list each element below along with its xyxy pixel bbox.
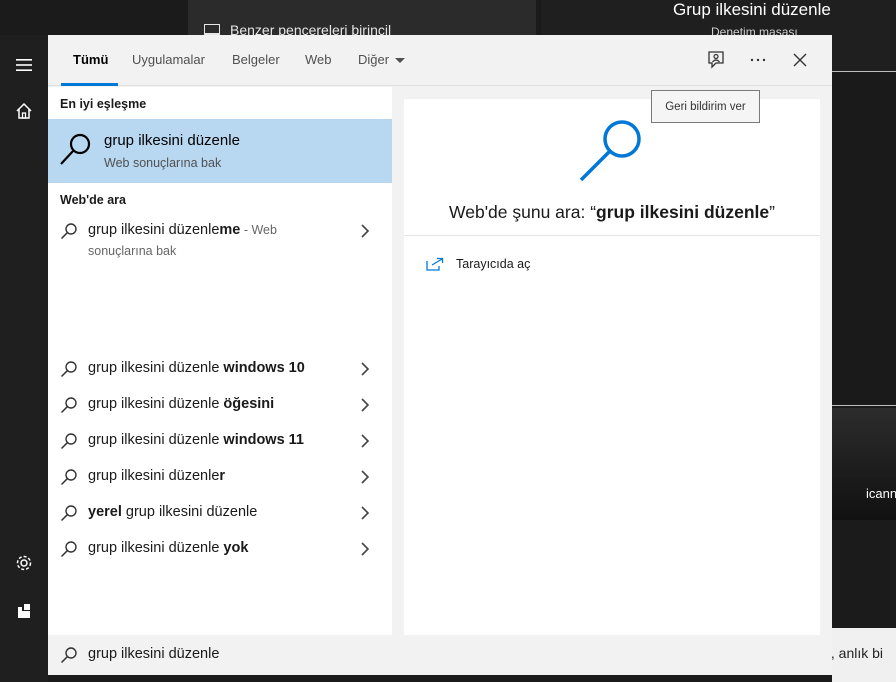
tab-apps[interactable]: Uygulamalar	[132, 52, 205, 67]
chevron-right-icon[interactable]	[358, 505, 372, 521]
background-notification: al, anlık bi	[832, 628, 896, 682]
suggestion-suffix: grup ilkesini düzenle	[121, 504, 258, 520]
search-icon	[60, 361, 77, 378]
suggestion-highlight: yok	[223, 540, 249, 556]
preview-title: Web'de şunu ara: “grup ilkesini düzenle”	[404, 202, 820, 223]
tab-documents[interactable]: Belgeler	[232, 52, 280, 67]
web-suggestion-text: grup ilkesini düzenle windows 11	[88, 432, 304, 448]
user-icon[interactable]	[14, 601, 34, 621]
search-box[interactable]: grup ilkesini düzenle	[48, 635, 832, 675]
chevron-right-icon[interactable]	[358, 433, 372, 449]
suggestion-prefix: grup ilkesini düzenle	[88, 540, 224, 556]
settings-icon[interactable]	[14, 553, 34, 573]
web-suggestion-text: yerel grup ilkesini düzenle	[88, 504, 257, 520]
search-icon	[60, 647, 77, 664]
chevron-right-icon[interactable]	[358, 541, 372, 557]
best-match-title: grup ilkesini düzenle	[104, 132, 240, 149]
results-list: En iyi eşleşme grup ilkesini düzenle Web…	[48, 87, 392, 635]
start-rail	[0, 35, 48, 682]
web-suggestion-item[interactable]: grup ilkesini düzenler	[48, 459, 392, 495]
search-icon	[60, 541, 77, 558]
search-icon	[579, 120, 641, 182]
search-icon	[60, 433, 77, 450]
tab-more[interactable]: Diğer	[358, 52, 406, 67]
search-panel: Tümü Uygulamalar Belgeler Web Diğer En i…	[48, 35, 832, 675]
web-suggestion-item[interactable]: yerel grup ilkesini düzenle	[48, 495, 392, 531]
web-suggestion-text: grup ilkesini düzenle öğesini	[88, 396, 274, 412]
feedback-icon[interactable]	[705, 49, 727, 71]
feedback-tooltip: Geri bildirim ver	[651, 90, 760, 123]
preview-pane: Web'de şunu ara: “grup ilkesini düzenle”…	[404, 99, 820, 635]
chevron-right-icon[interactable]	[358, 397, 372, 413]
tab-more-label: Diğer	[358, 52, 390, 67]
suggestion-highlight: yerel	[88, 504, 122, 520]
search-icon	[60, 469, 77, 486]
suggestion-highlight: me	[219, 222, 241, 238]
best-match-item[interactable]: grup ilkesini düzenle Web sonuçlarına ba…	[48, 119, 392, 183]
suggestion-prefix: grup ilkesini düzenle	[88, 360, 224, 376]
suggestion-prefix: grup ilkesini düzenle	[88, 468, 220, 484]
suggestion-highlight: windows 11	[223, 432, 305, 448]
background-thumbnail-text: icann	[866, 486, 896, 501]
filter-tabs-bar: Tümü Uygulamalar Belgeler Web Diğer	[48, 35, 832, 86]
active-tab-indicator	[61, 83, 118, 86]
suggestion-prefix: grup ilkesini düzenle	[88, 222, 220, 238]
more-icon[interactable]	[747, 49, 769, 71]
home-icon[interactable]	[14, 101, 34, 121]
suggestion-highlight: windows 10	[223, 360, 305, 376]
open-in-browser-icon	[426, 257, 444, 271]
web-suggestion-text: grup ilkesini düzenle yok	[88, 540, 248, 556]
web-suggestion-text: grup ilkesini düzenleme - Web	[88, 222, 277, 238]
web-suggestion-item[interactable]: grup ilkesini düzenle öğesini	[48, 387, 392, 423]
search-icon	[60, 505, 77, 522]
preview-title-query: grup ilkesini düzenle	[596, 202, 770, 222]
search-icon	[60, 397, 77, 414]
search-icon	[60, 133, 91, 165]
background-side-panel	[832, 72, 896, 406]
web-suggestion-text: grup ilkesini düzenler	[88, 468, 225, 484]
background-window-title: Grup ilkesini düzenle	[673, 0, 831, 19]
web-suggestion-item[interactable]: grup ilkesini düzenle windows 11	[48, 423, 392, 459]
web-search-heading: Web'de ara	[60, 193, 126, 207]
best-match-subtitle: Web sonuçlarına bak	[104, 156, 222, 170]
tab-web[interactable]: Web	[305, 52, 332, 67]
suggestion-highlight: öğesini	[223, 396, 275, 412]
best-match-heading: En iyi eşleşme	[60, 97, 147, 111]
chevron-right-icon[interactable]	[358, 361, 372, 377]
chevron-right-icon[interactable]	[358, 469, 372, 485]
preview-title-suffix: ”	[769, 202, 775, 222]
suggestion-prefix: grup ilkesini düzenle	[88, 432, 224, 448]
web-suggestion-item[interactable]: grup ilkesini düzenle yok	[48, 531, 392, 567]
tab-all[interactable]: Tümü	[73, 52, 108, 67]
search-input[interactable]: grup ilkesini düzenle	[88, 646, 219, 662]
chevron-right-icon[interactable]	[358, 223, 372, 239]
chevron-down-icon	[395, 58, 406, 64]
background-notification-text: al, anlık bi	[832, 645, 884, 661]
hamburger-icon[interactable]	[14, 55, 34, 75]
background-control-panel-window: Grup ilkesini düzenle Denetim masası	[541, 0, 896, 39]
suggestion-highlight: r	[219, 468, 226, 484]
suggestion-prefix: grup ilkesini düzenle	[88, 396, 224, 412]
background-thumbnail: icann	[832, 408, 896, 520]
close-icon[interactable]	[789, 49, 811, 71]
open-in-browser-action[interactable]: Tarayıcıda aç	[426, 257, 530, 271]
web-suggestion-item[interactable]: grup ilkesini düzenleme - Web sonuçlarına…	[48, 213, 392, 258]
background-side-panel	[832, 35, 896, 72]
background-side-panel	[832, 520, 896, 628]
preview-title-prefix: Web'de şunu ara: “	[449, 202, 597, 222]
web-suggestion-item[interactable]: grup ilkesini düzenle windows 10	[48, 351, 392, 387]
suggestion-subtext: sonuçlarına bak	[88, 244, 177, 258]
web-suggestion-text: grup ilkesini düzenle windows 10	[88, 360, 305, 376]
background-jumplist: Benzer pencereleri birincil	[188, 0, 536, 38]
search-icon	[60, 223, 77, 240]
suggestion-source: - Web	[240, 223, 277, 237]
open-in-browser-label: Tarayıcıda aç	[456, 257, 531, 271]
